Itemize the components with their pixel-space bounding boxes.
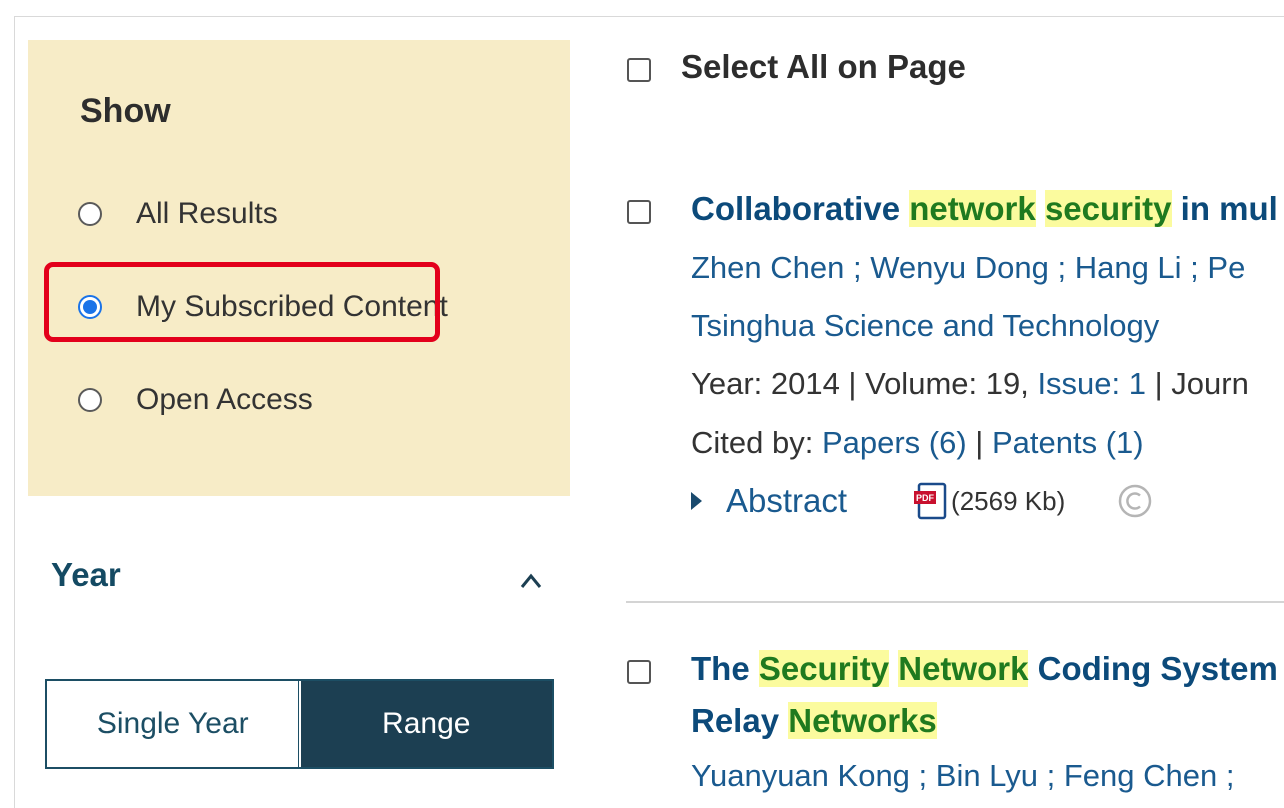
- range-button[interactable]: Range: [297, 680, 553, 768]
- chevron-up-icon[interactable]: [520, 570, 542, 592]
- result-authors[interactable]: Yuanyuan Kong ; Bin Lyu ; Feng Chen ;: [691, 758, 1234, 794]
- result-actions: Abstract PDF (2569 Kb): [691, 482, 1153, 520]
- year-volume-text: Year: 2014 | Volume: 19,: [691, 366, 1038, 401]
- title-keyword-highlight: network: [909, 190, 1036, 227]
- show-filter-title: Show: [80, 92, 171, 130]
- title-keyword-highlight: Networks: [788, 702, 937, 739]
- result-publication[interactable]: Tsinghua Science and Technology: [691, 308, 1159, 344]
- journal-text: | Journ: [1146, 366, 1249, 401]
- patents-cited-link[interactable]: Patents (1): [992, 425, 1144, 460]
- radio-all-results[interactable]: All Results: [78, 190, 278, 238]
- select-all-label: Select All on Page: [681, 48, 966, 85]
- copyright-icon[interactable]: [1117, 483, 1153, 519]
- result-metadata: Year: 2014 | Volume: 19, Issue: 1 | Jour…: [691, 366, 1249, 402]
- year-filter-title: Year: [51, 556, 121, 593]
- pdf-icon[interactable]: PDF: [913, 482, 947, 520]
- result-checkbox[interactable]: [627, 200, 651, 224]
- result-title-link-line2[interactable]: Relay Networks: [691, 702, 937, 740]
- result-checkbox[interactable]: [627, 660, 651, 684]
- title-keyword-highlight: security: [1044, 190, 1172, 227]
- result-cited-by: Cited by: Papers (6) | Patents (1): [691, 425, 1144, 461]
- papers-cited-link[interactable]: Papers (6): [822, 425, 967, 460]
- year-mode-toggle: Single Year Range: [45, 679, 554, 769]
- result-authors[interactable]: Zhen Chen ; Wenyu Dong ; Hang Li ; Pe: [691, 250, 1245, 286]
- radio-label: All Results: [136, 197, 278, 230]
- title-segment: The: [691, 650, 759, 687]
- panel-border-top: [14, 16, 1284, 17]
- radio-button[interactable]: [78, 388, 102, 412]
- radio-button[interactable]: [78, 202, 102, 226]
- svg-text:PDF: PDF: [916, 493, 935, 503]
- title-keyword-highlight: Security: [758, 650, 890, 687]
- cited-by-label: Cited by:: [691, 425, 822, 460]
- title-segment: Relay: [691, 702, 789, 739]
- title-segment: [889, 650, 898, 687]
- result-divider: [626, 601, 1284, 603]
- radio-label: Open Access: [136, 383, 313, 416]
- single-year-button[interactable]: Single Year: [47, 681, 299, 767]
- title-keyword-highlight: Network: [898, 650, 1029, 687]
- title-segment: Collaborative: [691, 190, 910, 227]
- issue-link[interactable]: Issue: 1: [1037, 366, 1146, 401]
- result-title-link[interactable]: Collaborative network security in mul: [691, 190, 1278, 228]
- panel-border-left: [14, 16, 15, 808]
- pdf-file-size: (2569 Kb): [951, 485, 1066, 516]
- title-segment: Coding System: [1028, 650, 1278, 687]
- select-all-checkbox[interactable]: [627, 58, 651, 82]
- caret-right-icon[interactable]: [691, 492, 702, 510]
- separator: |: [966, 425, 992, 460]
- annotation-highlight-box: [44, 262, 440, 342]
- result-title-link[interactable]: The Security Network Coding System: [691, 650, 1278, 688]
- radio-open-access[interactable]: Open Access: [78, 376, 313, 424]
- title-segment: [1036, 190, 1045, 227]
- abstract-toggle[interactable]: Abstract: [726, 482, 847, 520]
- title-segment: in mul: [1171, 190, 1278, 227]
